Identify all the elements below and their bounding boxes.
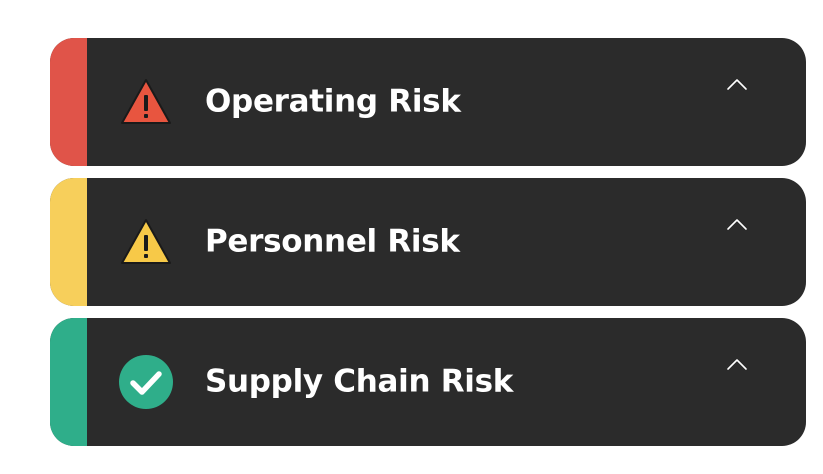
risk-level-stripe (50, 318, 87, 446)
check-circle-icon (118, 354, 174, 410)
warning-triangle-icon (118, 74, 174, 130)
risk-level-stripe (50, 178, 87, 306)
risk-card-title: Supply Chain Risk (205, 363, 514, 400)
risk-card-personnel[interactable]: Personnel Risk (50, 178, 806, 306)
chevron-up-icon[interactable] (726, 76, 748, 90)
risk-card-title: Personnel Risk (205, 223, 460, 260)
warning-triangle-icon (118, 214, 174, 270)
risk-card-operating[interactable]: Operating Risk (50, 38, 806, 166)
risk-card-title: Operating Risk (205, 83, 461, 120)
risk-card-supply-chain[interactable]: Supply Chain Risk (50, 318, 806, 446)
risk-level-stripe (50, 38, 87, 166)
chevron-up-icon[interactable] (726, 356, 748, 370)
chevron-up-icon[interactable] (726, 216, 748, 230)
